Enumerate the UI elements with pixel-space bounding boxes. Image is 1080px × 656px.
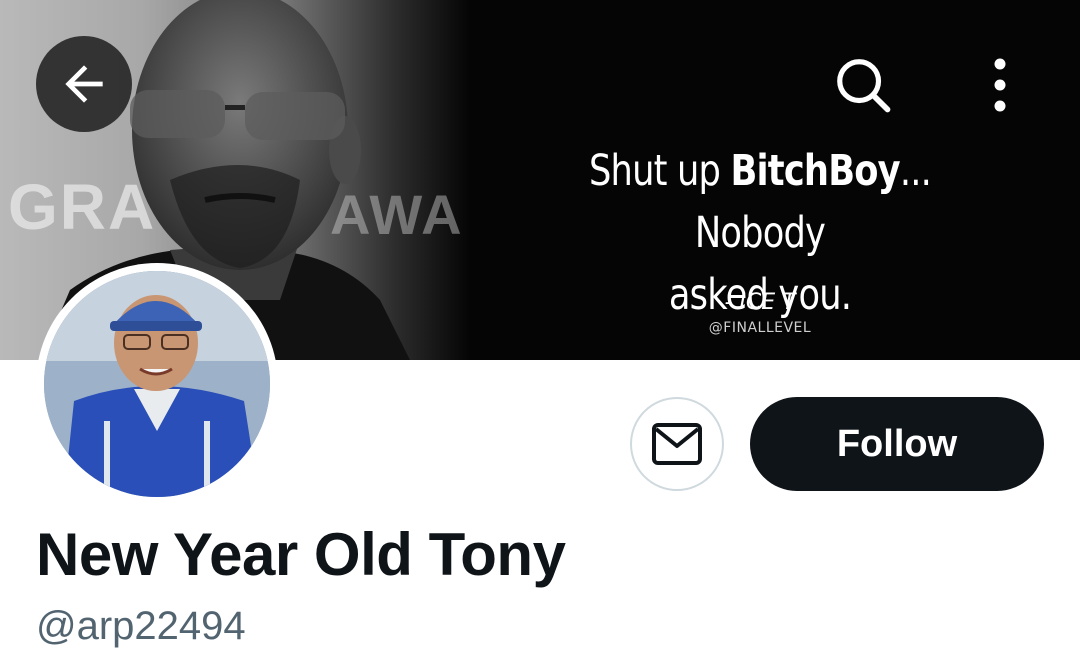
quote-attribution: - ICE T bbox=[724, 290, 796, 315]
quote-prefix: Shut up bbox=[588, 146, 731, 196]
profile-avatar[interactable] bbox=[36, 263, 278, 505]
follow-button[interactable]: Follow bbox=[750, 397, 1044, 491]
avatar-image bbox=[44, 271, 270, 497]
quote-credit: @FINALLEVEL bbox=[708, 320, 812, 336]
more-vertical-icon bbox=[994, 58, 1006, 112]
display-name: New Year Old Tony bbox=[36, 521, 566, 588]
message-button[interactable] bbox=[630, 397, 724, 491]
avatar-photo bbox=[44, 271, 270, 497]
search-icon bbox=[837, 59, 891, 113]
more-options-button[interactable] bbox=[970, 50, 1030, 120]
back-arrow-icon bbox=[65, 65, 103, 103]
search-button[interactable] bbox=[828, 50, 898, 120]
quote-bold: BitchBoy bbox=[730, 146, 900, 196]
back-button[interactable] bbox=[36, 36, 132, 132]
envelope-icon bbox=[652, 423, 702, 465]
username: @arp22494 bbox=[36, 604, 246, 648]
